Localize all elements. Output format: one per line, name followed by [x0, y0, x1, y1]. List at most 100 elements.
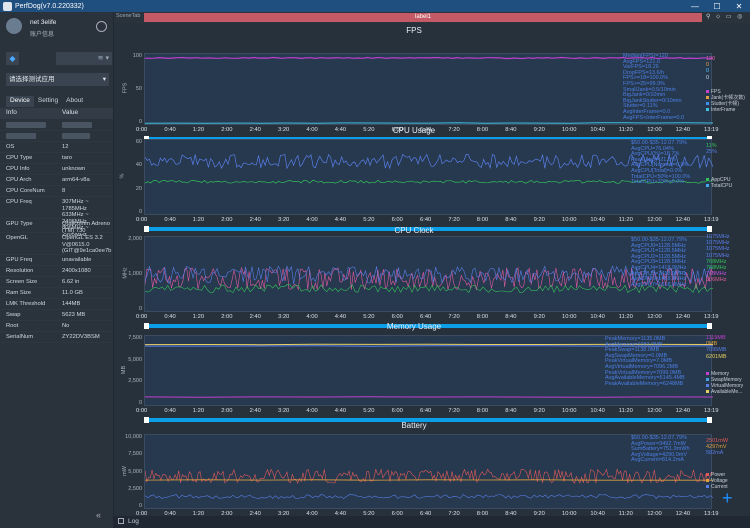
y-tick: 20	[135, 185, 142, 192]
x-tick: 6:00	[391, 217, 403, 223]
label-marker[interactable]: label1	[144, 13, 702, 22]
legend-item[interactable]: AvailableMe...	[706, 389, 743, 395]
y-tick: 40	[135, 162, 142, 169]
scene-tab[interactable]: SceneTab	[116, 13, 140, 19]
current-values: 11% 25%	[706, 143, 717, 155]
y-tick: 1,000	[128, 271, 142, 277]
x-tick: 0:00	[136, 314, 148, 320]
add-chart-icon[interactable]: +	[722, 488, 733, 509]
row-key: CPU Arch	[6, 177, 32, 183]
account-info-link[interactable]: 账户信息	[30, 29, 54, 38]
chart-title: FPS	[406, 26, 422, 35]
x-tick: 2:00	[221, 217, 233, 223]
current-value: 0	[706, 74, 710, 81]
x-tick: 8:00	[476, 217, 489, 223]
title-bar: PerfDog(v7.0.220332) — ☐ ✕	[0, 0, 750, 12]
app-select[interactable]: 请选择测试应用 ▾	[6, 73, 109, 86]
chart-stats: $50.00-$35-12.07.79% AvgCPU=76.04% AvgCPU(…	[631, 140, 690, 186]
current-value: 806MHz	[706, 277, 727, 284]
scene-bar: SceneTab label1 ⚲ ⬦ ▭ ◎	[114, 12, 750, 23]
current-values: 120 0 0 0	[706, 56, 715, 81]
current-value: 582mA	[706, 450, 724, 457]
device-select[interactable]: ≋ ▾	[56, 52, 112, 65]
row-value: 8	[62, 188, 66, 194]
row-value: 144MB	[62, 301, 81, 307]
x-tick: 6:40	[420, 314, 432, 320]
log-checkbox[interactable]	[118, 518, 124, 524]
x-tick: 2:40	[249, 408, 261, 414]
tab-device[interactable]: Device	[6, 96, 34, 107]
legend-swatch	[706, 184, 709, 188]
legend-swatch	[706, 478, 709, 482]
blurred-key	[6, 133, 36, 139]
x-tick: 8:40	[505, 314, 517, 320]
settings-icon[interactable]	[96, 21, 107, 32]
x-tick: 0:40	[164, 314, 176, 320]
legend-swatch	[706, 377, 709, 381]
y-tick: 2,000	[128, 236, 142, 242]
y-tick: 100	[132, 53, 142, 59]
device-type-icon[interactable]: ◆	[6, 52, 19, 65]
legend-swatch	[706, 389, 709, 393]
x-tick: 10:00	[562, 408, 577, 414]
x-tick: 0:40	[164, 217, 176, 223]
x-tick: 8:40	[505, 408, 517, 414]
minimize-button[interactable]: —	[684, 0, 706, 12]
x-tick: 1:20	[192, 408, 205, 414]
legend-item[interactable]: TotalCPU	[706, 183, 732, 189]
col-info: Info	[6, 109, 17, 116]
y-tick: 50	[135, 86, 142, 92]
table-row: CPU CoreNum 8	[0, 186, 113, 197]
plot-area[interactable]: PeakMemory=1135.0MB AvgMemory=1081.0MB Pea…	[144, 335, 713, 406]
chart-panel-4: Battery mW 10,000 7,500 5,000 2,500 0 $50.00-$3…	[114, 421, 750, 526]
current-value: 1075MHz	[706, 246, 730, 253]
x-tick: 9:20	[533, 408, 545, 414]
chart-legend: AppCPU TotalCPU	[706, 177, 732, 189]
stat-line: AvgFPS<InterFrame=0.0	[623, 114, 685, 121]
x-tick: 12:00	[647, 217, 662, 223]
current-values: 2501mW 4297mV 582mA	[706, 438, 728, 457]
avatar[interactable]	[6, 18, 22, 34]
y-tick: 5,000	[128, 356, 142, 363]
x-tick: 1:20	[192, 314, 205, 320]
chart-stats: PeakMemory=1135.0MB AvgMemory=1081.0MB Pea…	[605, 336, 685, 387]
chevron-down-icon: ▾	[102, 76, 106, 83]
plot-area[interactable]: $50.00-$35-12.07.79% AvgPower=3492.7mW Sum…	[144, 434, 713, 509]
legend-item[interactable]: InterFrame	[706, 107, 745, 113]
table-row: Swap 5623 MB	[0, 310, 113, 321]
plot-area[interactable]: $50.00-$35-12.07.79% AvgCPU0=1128.5MHz Avg…	[144, 236, 713, 312]
collapse-panel-icon[interactable]: «	[96, 510, 101, 520]
row-value: arm64-v8a	[62, 177, 90, 183]
app-logo-icon	[3, 1, 12, 11]
x-tick: 4:40	[334, 314, 347, 320]
tab-about[interactable]: About	[62, 96, 87, 107]
plot-svg	[145, 153, 713, 184]
series-line	[145, 153, 713, 170]
plot-area[interactable]: $50.00-$35-12.07.79% AvgCPU=76.04% AvgCPU(…	[144, 139, 713, 215]
y-tick: 0	[138, 400, 142, 406]
x-tick: 4:40	[334, 217, 347, 223]
chart-stats: $50.00-$35-12.07.79% AvgCPU0=1128.5MHz Avg…	[631, 237, 687, 288]
chart-stats: Median(FPS)=120 AvgFPS=121.0 VarFPS=18.26 D…	[623, 53, 685, 121]
tab-setting[interactable]: Setting	[34, 96, 62, 107]
legend-swatch	[706, 108, 709, 112]
blurred-rows	[0, 120, 113, 142]
window-title: PerfDog(v7.0.220332)	[15, 2, 84, 10]
x-tick: 6:00	[391, 314, 403, 320]
row-value: 2400x1080	[62, 268, 91, 274]
maximize-button[interactable]: ☐	[706, 0, 728, 12]
row-key: OS	[6, 144, 15, 150]
x-tick: 12:40	[675, 408, 691, 414]
plot-area[interactable]: Median(FPS)=120 AvgFPS=121.0 VarFPS=18.26 D…	[144, 53, 713, 125]
x-tick: 10:40	[590, 314, 605, 320]
toolbar-icons[interactable]: ⚲ ⬦ ▭ ◎	[706, 13, 745, 21]
x-tick: 2:00	[221, 314, 233, 320]
left-panel: net 3elife 账户信息 ◆ ≋ ▾ 请选择测试应用 ▾ Device S…	[0, 12, 113, 528]
legend-swatch	[706, 178, 709, 182]
row-value: OpenGL ES 3.2 V@0615.0 (GIT@9e1ca0ee7b	[62, 235, 112, 254]
table-row: CPU Type taro	[0, 153, 113, 164]
x-tick: 3:20	[278, 314, 290, 320]
x-tick: 4:00	[306, 408, 318, 414]
table-row: GPU Freq unavailable	[0, 255, 113, 266]
close-button[interactable]: ✕	[728, 0, 750, 12]
